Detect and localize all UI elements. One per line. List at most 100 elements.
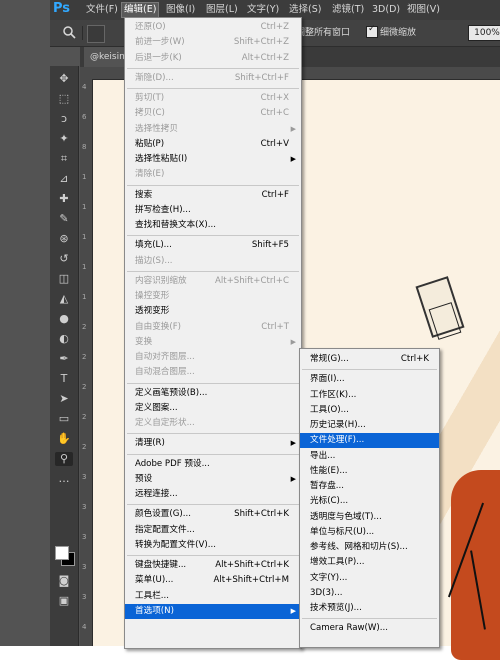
prefs_menu-item-t[interactable]: 透明度与色域(T)... xyxy=(300,510,439,525)
blur-icon[interactable]: ● xyxy=(55,312,73,326)
edit_menu-item-o: 还原(O) Ctrl+Z xyxy=(125,20,301,35)
menu-item-shortcut: Alt+Shift+Ctrl+C xyxy=(214,275,289,286)
zoom-tool-icon[interactable] xyxy=(62,25,76,39)
ruler-tick-label: 1 xyxy=(82,173,87,181)
prefs_menu-item-o[interactable]: 工具(O)... xyxy=(300,403,439,418)
edit_menu-item-h[interactable]: 拼写检查(H)... xyxy=(125,203,301,218)
prefs_menu-item-u[interactable]: 单位与标尺(U)... xyxy=(300,525,439,540)
prefs_menu-item-f[interactable]: 文件处理(F)... xyxy=(300,433,439,449)
prefs_menu-item-item[interactable]: 导出... xyxy=(300,449,439,464)
edit_menu-item-i[interactable]: 选择性粘贴(I) ▶ xyxy=(125,152,301,167)
menu-item-label: 搜索 xyxy=(135,189,153,200)
menu-separator xyxy=(127,453,299,455)
menu-3d[interactable]: 3D(D) xyxy=(372,3,400,17)
prefs_menu-item-i[interactable]: 界面(I)... xyxy=(300,372,439,387)
prefs_menu-item-s[interactable]: 参考线、网格和切片(S)... xyxy=(300,540,439,555)
menu-item-shortcut: Ctrl+T xyxy=(261,321,289,332)
menu-item-label: 远程连接... xyxy=(135,489,178,499)
menu-item-label: 文字(Y)... xyxy=(310,572,348,583)
edit_menu-item-v[interactable]: 转换为配置文件(V)... xyxy=(125,538,301,553)
zoom-icon[interactable]: ⚲ xyxy=(55,452,73,466)
edit_menu-item-item[interactable]: 键盘快捷键... Alt+Shift+Ctrl+K xyxy=(125,558,301,573)
edit_menu-item-item[interactable]: 搜索 Ctrl+F xyxy=(125,188,301,203)
edit_menu-item-x[interactable]: 查找和替换文本(X)... xyxy=(125,218,301,233)
scrubby-zoom-checkbox[interactable] xyxy=(366,24,378,38)
prefs_menu-item-h[interactable]: 历史记录(H)... xyxy=(300,418,439,433)
ps-logo: Ps xyxy=(53,1,71,16)
edit_menu-item-item: 自动对齐图层... xyxy=(125,350,301,365)
menu-edit[interactable]: 编辑(E) xyxy=(120,2,160,18)
menu-image[interactable]: 图像(I) xyxy=(166,3,195,17)
dodge-icon[interactable]: ◐ xyxy=(55,332,73,346)
lasso-icon[interactable]: ↄ xyxy=(55,112,73,126)
edit_menu-item-item[interactable]: 预设 ▶ xyxy=(125,472,301,487)
edit_menu-item-item: 操控变形 xyxy=(125,289,301,304)
menu-item-label: 选择性拷贝 xyxy=(135,123,178,134)
menu-item-shortcut: Ctrl+K xyxy=(400,354,429,364)
menu-item-label: 转换为配置文件(V)... xyxy=(135,539,216,550)
menu-type[interactable]: 文字(Y) xyxy=(247,3,279,17)
hand-icon[interactable]: ✋ xyxy=(55,432,73,446)
prefs_menu-item-c[interactable]: 光标(C)... xyxy=(300,494,439,509)
prefs_menu-item-j[interactable]: 技术预览(J)... xyxy=(300,601,439,616)
edit_menu-item-item[interactable]: 定义图案... xyxy=(125,401,301,416)
magic-wand-icon[interactable]: ✦ xyxy=(55,132,73,146)
edit_menu-item-n[interactable]: 首选项(N) ▶ xyxy=(125,603,301,619)
marquee-icon[interactable]: ⬚ xyxy=(55,92,73,106)
edit_menu-item-d: 渐隐(D)... Shift+Ctrl+F xyxy=(125,71,301,86)
ruler-tick-label: 1 xyxy=(82,263,87,271)
edit_menu-item-item[interactable]: 透视变形 xyxy=(125,304,301,319)
menu-separator xyxy=(127,235,299,237)
edit_menu-item-u[interactable]: 菜单(U)... Alt+Shift+Ctrl+M xyxy=(125,573,301,588)
menu-filter[interactable]: 滤镜(T) xyxy=(332,3,364,17)
zoom-in-icon[interactable] xyxy=(87,25,105,43)
zoom-percent-button[interactable]: 100% xyxy=(468,25,500,41)
move-icon[interactable]: ✥ xyxy=(55,72,73,86)
more-icon[interactable]: … xyxy=(55,472,73,486)
menu-layer[interactable]: 图层(L) xyxy=(206,3,238,17)
quick-mask-icon[interactable]: ◙ xyxy=(55,574,73,588)
prefs_menu-item-item[interactable]: 暂存盘... xyxy=(300,479,439,494)
prefs_menu-item-y[interactable]: 文字(Y)... xyxy=(300,571,439,586)
prefs_menu-item-e[interactable]: 性能(E)... xyxy=(300,464,439,479)
edit_menu-item-l[interactable]: 填充(L)... Shift+F5 xyxy=(125,238,301,253)
edit_menu-item-p[interactable]: 粘贴(P) Ctrl+V xyxy=(125,137,301,152)
prefs_menu-item-k[interactable]: 工作区(K)... xyxy=(300,388,439,403)
menu-item-label: 变换 xyxy=(135,336,153,347)
shape-icon[interactable]: ▭ xyxy=(55,412,73,426)
resize-windows-label: 调整所有窗口 xyxy=(296,28,351,38)
prefs_menu-item-p[interactable]: 增效工具(P)... xyxy=(300,555,439,570)
brush-icon[interactable]: ✎ xyxy=(55,212,73,226)
path-select-icon[interactable]: ➤ xyxy=(55,392,73,406)
menu-view[interactable]: 视图(V) xyxy=(407,3,440,17)
edit_menu-item-item[interactable]: 远程连接... xyxy=(125,487,301,502)
clone-stamp-icon[interactable]: ⊛ xyxy=(55,232,73,246)
edit_menu-item-g[interactable]: 颜色设置(G)... Shift+Ctrl+K xyxy=(125,507,301,522)
submenu-arrow-icon: ▶ xyxy=(290,124,296,133)
edit_menu-item-adobe-pdf[interactable]: Adobe PDF 预设... xyxy=(125,457,301,472)
history-brush-icon[interactable]: ↺ xyxy=(55,252,73,266)
edit_menu-item-b[interactable]: 定义画笔预设(B)... xyxy=(125,386,301,401)
submenu-arrow-icon: ▶ xyxy=(290,606,296,615)
paint-bucket-icon[interactable]: ◭ xyxy=(55,292,73,306)
foreground-color-swatch[interactable] xyxy=(55,546,69,560)
menu-item-shortcut: Ctrl+Z xyxy=(260,22,289,32)
screen-mode-icon[interactable]: ▣ xyxy=(55,594,73,608)
menu-select[interactable]: 选择(S) xyxy=(289,3,321,17)
menu-item-label: 定义画笔预设(B)... xyxy=(135,387,208,398)
prefs_menu-item-3d-3[interactable]: 3D(3)... xyxy=(300,586,439,601)
edit_menu-item-r[interactable]: 清理(R) ▶ xyxy=(125,436,301,451)
healing-brush-icon[interactable]: ✚ xyxy=(55,192,73,206)
menu-file[interactable]: 文件(F) xyxy=(86,3,118,17)
menu-item-label: 定义自定形状... xyxy=(135,418,195,428)
eyedropper-icon[interactable]: ⊿ xyxy=(55,172,73,186)
crop-icon[interactable]: ⌗ xyxy=(55,152,73,166)
prefs_menu-item-camera-raw-w[interactable]: Camera Raw(W)... xyxy=(300,621,439,636)
edit_menu-item-item[interactable]: 工具栏... xyxy=(125,589,301,604)
pen-icon[interactable]: ✒ xyxy=(55,352,73,366)
menu-item-label: 界面(I)... xyxy=(310,374,345,385)
edit_menu-item-item[interactable]: 指定配置文件... xyxy=(125,523,301,538)
eraser-icon[interactable]: ◫ xyxy=(55,272,73,286)
prefs_menu-item-g[interactable]: 常规(G)... Ctrl+K xyxy=(300,352,439,367)
type-icon[interactable]: T xyxy=(55,372,73,386)
